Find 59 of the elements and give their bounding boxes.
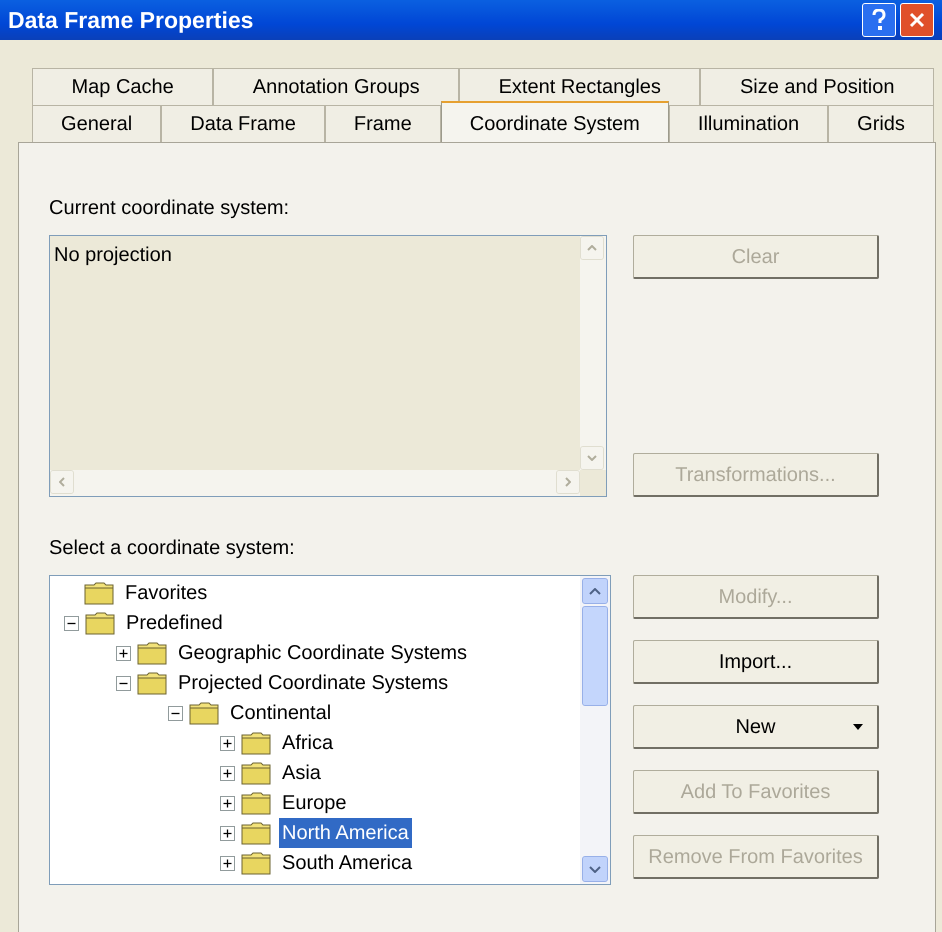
field-label: Current coordinate system: [49,196,290,221]
scroll-up-icon[interactable] [582,578,608,604]
scroll-down-icon[interactable] [582,856,608,882]
scroll-right-icon [556,470,580,494]
collapse-icon[interactable] [168,706,183,720]
tab[interactable]: General [32,105,162,142]
folder-icon [84,581,114,605]
tree-item[interactable]: South America [279,848,416,878]
tab[interactable]: Annotation Groups [213,68,460,105]
expand-icon[interactable] [220,766,235,780]
tree-item[interactable]: Asia [279,758,324,788]
tree-item[interactable]: Geographic Coordinate Systems [175,638,470,668]
tab[interactable]: Size and Position [700,68,934,105]
tree-item[interactable]: North America [279,818,412,848]
tree-item[interactable]: Continental [227,698,334,728]
expand-icon[interactable] [116,646,131,660]
coordinate-system-textbox[interactable]: No projection [49,235,607,497]
collapse-icon[interactable] [116,676,131,690]
button[interactable]: Import... [633,640,879,684]
folder-icon [137,671,167,695]
folder-icon [241,761,271,785]
tab[interactable]: Extent Rectangles [459,68,700,105]
close-icon [909,12,925,28]
folder-icon [241,731,271,755]
field-value: No projection [53,243,173,268]
close-button[interactable] [900,3,934,37]
expand-icon[interactable] [220,826,235,840]
coordinate-system-tree[interactable]: Favorites Predefined Geographic Coordinate Systems Projected Coordinate Systems Continental Africa Asia Europe North America South America [49,575,611,885]
window-title: Data Frame Properties [8,6,254,35]
folder-icon [241,821,271,845]
tree-item[interactable]: Europe [279,788,350,818]
tab[interactable]: Map Cache [32,68,214,105]
tab[interactable]: Illumination [668,105,828,142]
expand-icon[interactable] [220,856,235,870]
scroll-down-icon [580,446,604,470]
help-button[interactable] [862,3,896,37]
collapse-icon[interactable] [64,616,79,630]
folder-icon [241,791,271,815]
expand-icon[interactable] [220,796,235,810]
tree-item[interactable]: Projected Coordinate Systems [175,668,452,698]
scroll-left-icon [50,470,74,494]
tree-item[interactable]: Favorites [122,578,210,608]
caret-icon [853,724,863,730]
expand-icon[interactable] [220,736,235,750]
folder-icon [189,701,219,725]
folder-icon [85,611,115,635]
tree-item[interactable]: Predefined [123,608,226,638]
button[interactable]: New [633,705,879,749]
tree-item[interactable]: Africa [279,728,336,758]
scroll-up-icon [580,236,604,260]
scrollbar-thumb[interactable] [582,606,608,706]
field-label: Select a coordinate system: [49,536,296,561]
folder-icon [241,851,271,875]
tab[interactable]: Frame [324,105,441,142]
tab[interactable]: Coordinate System [440,101,669,142]
help-icon [871,9,887,31]
folder-icon [137,641,167,665]
tab[interactable]: Data Frame [161,105,325,142]
tab[interactable]: Grids [828,105,934,142]
